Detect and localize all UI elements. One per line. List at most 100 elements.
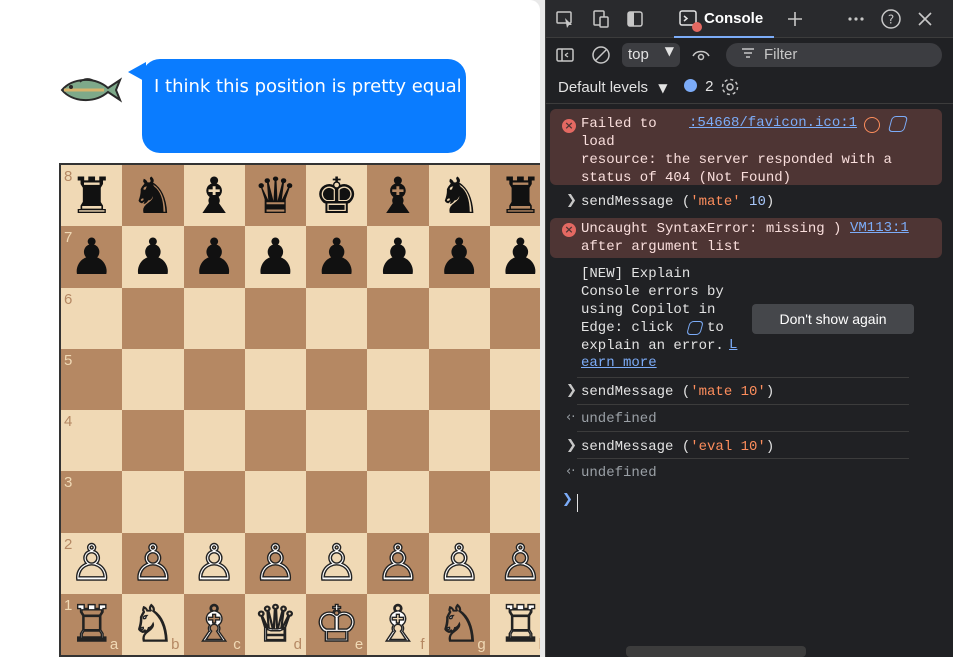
source-link[interactable]: :54668/favicon.ico:1 — [689, 115, 857, 131]
board-square-c2[interactable]: ♙ — [183, 532, 245, 594]
chess-piece[interactable]: ♟ — [498, 232, 540, 282]
close-icon[interactable] — [914, 8, 936, 30]
chess-piece[interactable]: ♟ — [253, 232, 298, 282]
board-square-b5[interactable] — [122, 348, 184, 410]
filter-input[interactable]: Filter — [726, 43, 942, 67]
board-square-g1[interactable]: g ♘ — [428, 593, 490, 655]
live-expression-eye-icon[interactable] — [690, 44, 712, 66]
chess-piece[interactable]: ♙ — [252, 537, 298, 588]
sidebar-toggle-icon[interactable] — [554, 44, 576, 66]
chess-piece[interactable]: ♙ — [497, 537, 540, 588]
chess-piece[interactable]: ♝ — [375, 171, 420, 221]
inspect-element-icon[interactable] — [554, 8, 576, 30]
board-square-a2[interactable]: 2 ♙ — [61, 532, 123, 594]
board-square-d5[interactable] — [244, 348, 306, 410]
board-square-h8[interactable]: ♜ — [489, 165, 540, 227]
dock-sidebar-icon[interactable] — [624, 8, 646, 30]
board-square-g8[interactable]: ♞ — [428, 165, 490, 227]
board-square-e7[interactable]: ♟ — [306, 226, 368, 288]
chess-piece[interactable]: ♟ — [437, 232, 482, 282]
chess-piece[interactable]: ♗ — [375, 599, 421, 650]
copilot-explain-icon[interactable] — [887, 116, 909, 132]
chess-piece[interactable]: ♚ — [314, 171, 359, 221]
board-square-g6[interactable] — [428, 287, 490, 349]
board-square-a8[interactable]: 8 ♜ — [61, 165, 123, 227]
board-square-d8[interactable]: ♛ — [244, 165, 306, 227]
board-square-g4[interactable] — [428, 410, 490, 472]
board-square-f4[interactable] — [367, 410, 429, 472]
board-square-a1[interactable]: 1 a ♖ — [61, 593, 123, 655]
board-square-h2[interactable]: ♙ — [489, 532, 540, 594]
board-square-d6[interactable] — [244, 287, 306, 349]
log-levels-dropdown[interactable]: Default levels ▼ — [558, 79, 667, 96]
board-square-b3[interactable] — [122, 471, 184, 533]
source-link[interactable]: VM113:1 — [850, 220, 909, 236]
board-square-b8[interactable]: ♞ — [122, 165, 184, 227]
board-square-h3[interactable] — [489, 471, 540, 533]
board-square-h5[interactable] — [489, 348, 540, 410]
board-square-e6[interactable] — [306, 287, 368, 349]
learn-more-link[interactable]: earn more — [581, 355, 657, 371]
board-square-a6[interactable]: 6 — [61, 287, 123, 349]
board-square-c8[interactable]: ♝ — [183, 165, 245, 227]
board-square-a7[interactable]: 7 ♟ — [61, 226, 123, 288]
chess-piece[interactable]: ♔ — [314, 599, 360, 650]
board-square-c6[interactable] — [183, 287, 245, 349]
chess-piece[interactable]: ♞ — [130, 171, 175, 221]
context-select[interactable]: top ▼ — [622, 43, 680, 67]
message-count[interactable]: 2 — [684, 78, 714, 95]
board-square-b1[interactable]: b ♘ — [122, 593, 184, 655]
tab-console[interactable]: Console — [674, 0, 774, 38]
chess-piece[interactable]: ♟ — [314, 232, 359, 282]
board-square-f7[interactable]: ♟ — [367, 226, 429, 288]
more-options-icon[interactable] — [845, 8, 867, 30]
chess-piece[interactable]: ♙ — [375, 537, 421, 588]
add-tab-icon[interactable] — [784, 8, 806, 30]
chess-piece[interactable]: ♟ — [192, 232, 237, 282]
board-square-e1[interactable]: e ♔ — [306, 593, 368, 655]
chess-piece[interactable]: ♜ — [498, 171, 540, 221]
dont-show-again-button[interactable]: Don't show again — [752, 304, 914, 334]
board-square-d2[interactable]: ♙ — [244, 532, 306, 594]
settings-gear-icon[interactable] — [719, 76, 741, 98]
board-square-e5[interactable] — [306, 348, 368, 410]
learn-more-link[interactable]: L — [729, 337, 737, 353]
chess-piece[interactable]: ♗ — [191, 599, 237, 650]
chess-piece[interactable]: ♙ — [436, 537, 482, 588]
board-square-e8[interactable]: ♚ — [306, 165, 368, 227]
board-square-c4[interactable] — [183, 410, 245, 472]
board-square-d1[interactable]: d ♕ — [244, 593, 306, 655]
board-square-b6[interactable] — [122, 287, 184, 349]
board-square-e4[interactable] — [306, 410, 368, 472]
chess-piece[interactable]: ♙ — [314, 537, 360, 588]
board-square-d7[interactable]: ♟ — [244, 226, 306, 288]
help-icon[interactable]: ? — [880, 8, 902, 30]
board-square-e2[interactable]: ♙ — [306, 532, 368, 594]
board-square-f2[interactable]: ♙ — [367, 532, 429, 594]
device-emulation-icon[interactable] — [590, 8, 612, 30]
chess-piece[interactable]: ♙ — [130, 537, 176, 588]
board-square-g2[interactable]: ♙ — [428, 532, 490, 594]
chess-piece[interactable]: ♟ — [69, 232, 114, 282]
board-square-c7[interactable]: ♟ — [183, 226, 245, 288]
board-square-a3[interactable]: 3 — [61, 471, 123, 533]
board-square-h7[interactable]: ♟ — [489, 226, 540, 288]
board-square-d3[interactable] — [244, 471, 306, 533]
board-square-h4[interactable] — [489, 410, 540, 472]
board-square-d4[interactable] — [244, 410, 306, 472]
horizontal-scrollbar[interactable] — [626, 646, 806, 657]
board-square-g7[interactable]: ♟ — [428, 226, 490, 288]
chess-piece[interactable]: ♞ — [437, 171, 482, 221]
chess-piece[interactable]: ♛ — [253, 171, 298, 221]
board-square-b4[interactable] — [122, 410, 184, 472]
board-square-f8[interactable]: ♝ — [367, 165, 429, 227]
board-square-g5[interactable] — [428, 348, 490, 410]
chess-piece[interactable]: ♜ — [69, 171, 114, 221]
board-square-g3[interactable] — [428, 471, 490, 533]
board-square-f1[interactable]: f ♗ — [367, 593, 429, 655]
board-square-b2[interactable]: ♙ — [122, 532, 184, 594]
board-square-c5[interactable] — [183, 348, 245, 410]
chess-piece[interactable]: ♘ — [436, 599, 482, 650]
chess-piece[interactable]: ♟ — [375, 232, 420, 282]
clear-console-icon[interactable] — [590, 44, 612, 66]
